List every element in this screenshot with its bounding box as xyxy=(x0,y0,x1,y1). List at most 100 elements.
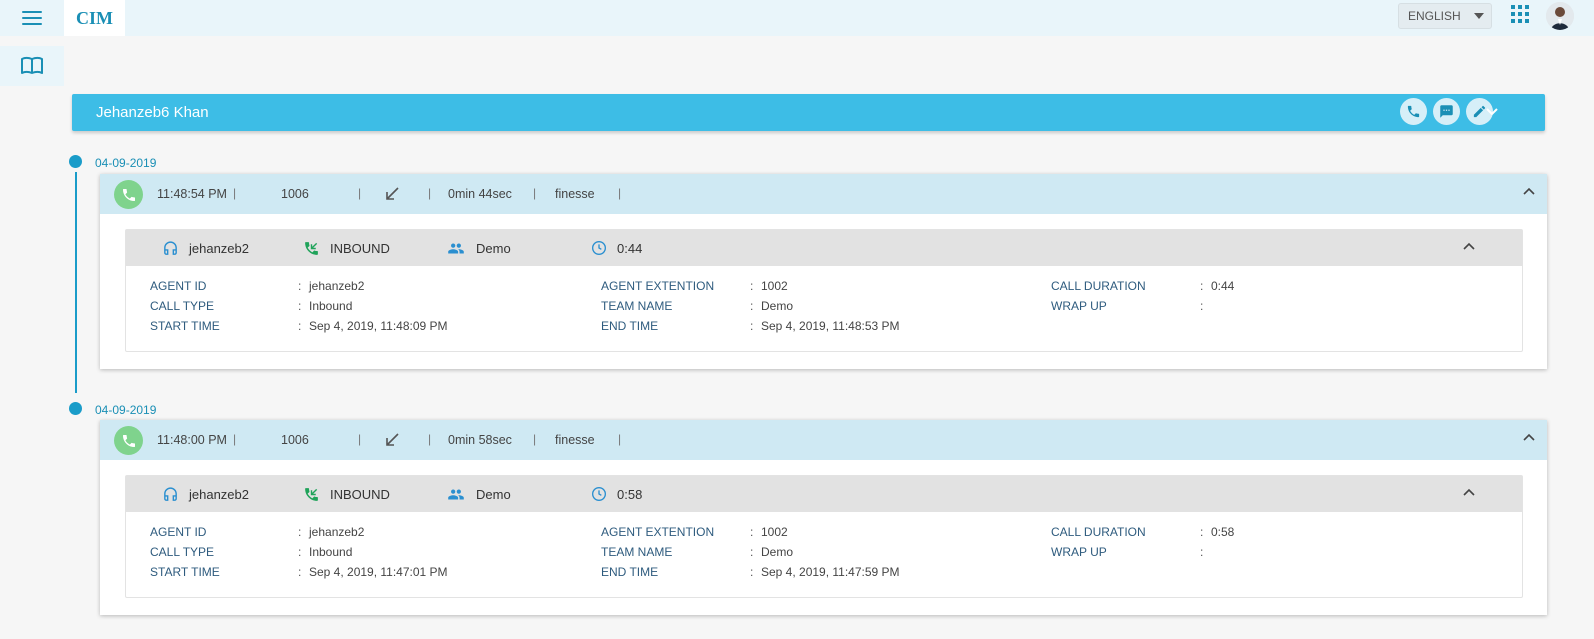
field-colon: : xyxy=(298,279,302,293)
caret-down-icon xyxy=(1474,13,1484,19)
field-label: TEAM NAME xyxy=(601,299,673,313)
hamburger-icon xyxy=(22,11,42,25)
separator: | xyxy=(533,432,537,446)
field-label: CALL TYPE xyxy=(150,545,215,559)
expand-customer-button[interactable] xyxy=(1482,102,1502,122)
call-number: 1006 xyxy=(281,187,309,201)
team-info: Demo xyxy=(446,240,511,257)
agent-info: jehanzeb2 xyxy=(162,486,249,503)
direction-info: INBOUND xyxy=(303,240,390,257)
chevron-up-icon xyxy=(1523,433,1535,441)
call-card-header[interactable]: 11:48:54 PM | 1006 | | 0min 44sec | fine… xyxy=(100,174,1547,214)
field-value: jehanzeb2 xyxy=(309,525,365,539)
field-colon: : xyxy=(750,525,754,539)
customer-header: Jehanzeb6 Khan xyxy=(72,94,1545,131)
direction-info: INBOUND xyxy=(303,486,390,503)
customer-name: Jehanzeb6 Khan xyxy=(96,104,209,121)
field-colon: : xyxy=(1200,279,1204,293)
sidebar-item-book[interactable] xyxy=(0,46,64,86)
separator: | xyxy=(358,186,362,200)
timeline-date: 04-09-2019 xyxy=(95,403,157,417)
call-channel: finesse xyxy=(555,187,595,201)
call-number: 1006 xyxy=(281,433,309,447)
timeline-dot xyxy=(69,402,82,415)
separator: | xyxy=(358,432,362,446)
clock-icon xyxy=(592,241,606,255)
field-label: WRAP UP xyxy=(1051,299,1107,313)
headset-icon xyxy=(164,487,177,501)
agent-name: jehanzeb2 xyxy=(189,487,249,502)
call-detail-panel: jehanzeb2 INBOUND Demo 0:44 AGENT ID : j… xyxy=(125,229,1523,352)
collapse-detail-button[interactable] xyxy=(1459,482,1479,502)
field-label: AGENT ID xyxy=(150,279,207,293)
field-value: 0:58 xyxy=(1211,525,1235,539)
field-colon: : xyxy=(750,565,754,579)
team-label: Demo xyxy=(476,241,511,256)
field-colon: : xyxy=(1200,525,1204,539)
field-colon: : xyxy=(1200,545,1204,559)
field-value: Demo xyxy=(761,545,794,559)
group-icon xyxy=(448,489,464,500)
collapse-call-button[interactable] xyxy=(1519,181,1539,201)
field-value: jehanzeb2 xyxy=(309,279,365,293)
timer-info: 0:44 xyxy=(591,240,642,256)
team-info: Demo xyxy=(446,486,511,503)
call-time: 11:48:54 PM xyxy=(157,187,227,201)
field-colon: : xyxy=(750,319,754,333)
collapse-detail-button[interactable] xyxy=(1459,236,1479,256)
clock-icon xyxy=(592,487,606,501)
field-value: Demo xyxy=(761,299,794,313)
logo-container: CIM xyxy=(64,0,125,36)
phone-icon xyxy=(114,426,143,455)
direction-label: INBOUND xyxy=(330,241,390,256)
phone-icon xyxy=(114,180,143,209)
app-logo: CIM xyxy=(76,7,113,28)
call-card-header[interactable]: 11:48:00 PM | 1006 | | 0min 58sec | fine… xyxy=(100,420,1547,460)
field-colon: : xyxy=(750,545,754,559)
call-channel: finesse xyxy=(555,433,595,447)
phone-in-icon xyxy=(305,242,318,255)
direction-label: INBOUND xyxy=(330,487,390,502)
call-detail-header[interactable]: jehanzeb2 INBOUND Demo 0:58 xyxy=(126,476,1522,512)
field-colon: : xyxy=(298,319,302,333)
field-label: TEAM NAME xyxy=(601,545,673,559)
field-label: AGENT ID xyxy=(150,525,207,539)
field-label: END TIME xyxy=(601,565,659,579)
field-colon: : xyxy=(750,279,754,293)
avatar[interactable] xyxy=(1546,2,1574,30)
agent-info: jehanzeb2 xyxy=(162,240,249,257)
language-select[interactable]: ENGLISH xyxy=(1398,3,1492,29)
field-label: START TIME xyxy=(150,565,220,579)
chevron-up-icon xyxy=(1463,488,1475,496)
field-colon: : xyxy=(298,545,302,559)
field-label: CALL DURATION xyxy=(1051,525,1146,539)
separator: | xyxy=(533,186,537,200)
field-label: AGENT EXTENTION xyxy=(601,525,715,539)
field-colon: : xyxy=(1200,299,1204,313)
field-value: 0:44 xyxy=(1211,279,1235,293)
call-detail-header[interactable]: jehanzeb2 INBOUND Demo 0:44 xyxy=(126,230,1522,266)
group-icon xyxy=(448,243,464,254)
chat-icon xyxy=(1440,105,1453,118)
phone-in-icon xyxy=(305,488,318,501)
call-button[interactable] xyxy=(1400,98,1427,125)
menu-button[interactable] xyxy=(0,0,64,36)
separator: | xyxy=(428,432,432,446)
timeline-dot xyxy=(69,155,82,168)
separator: | xyxy=(428,186,432,200)
collapse-call-button[interactable] xyxy=(1519,427,1539,447)
timer-label: 0:44 xyxy=(617,240,643,256)
timer-info: 0:58 xyxy=(591,486,642,502)
field-value: Inbound xyxy=(309,299,353,313)
arrow-down-left-icon xyxy=(386,187,399,200)
call-duration: 0min 44sec xyxy=(448,187,512,201)
team-label: Demo xyxy=(476,487,511,502)
language-value: ENGLISH xyxy=(1408,9,1461,23)
phone-icon xyxy=(1407,105,1420,118)
call-detail-panel: jehanzeb2 INBOUND Demo 0:58 AGENT ID : j… xyxy=(125,475,1523,598)
field-label: START TIME xyxy=(150,319,220,333)
apps-grid-icon[interactable] xyxy=(1511,5,1529,23)
chevron-down-icon xyxy=(1486,108,1498,116)
chat-button[interactable] xyxy=(1433,98,1460,125)
field-colon: : xyxy=(298,525,302,539)
